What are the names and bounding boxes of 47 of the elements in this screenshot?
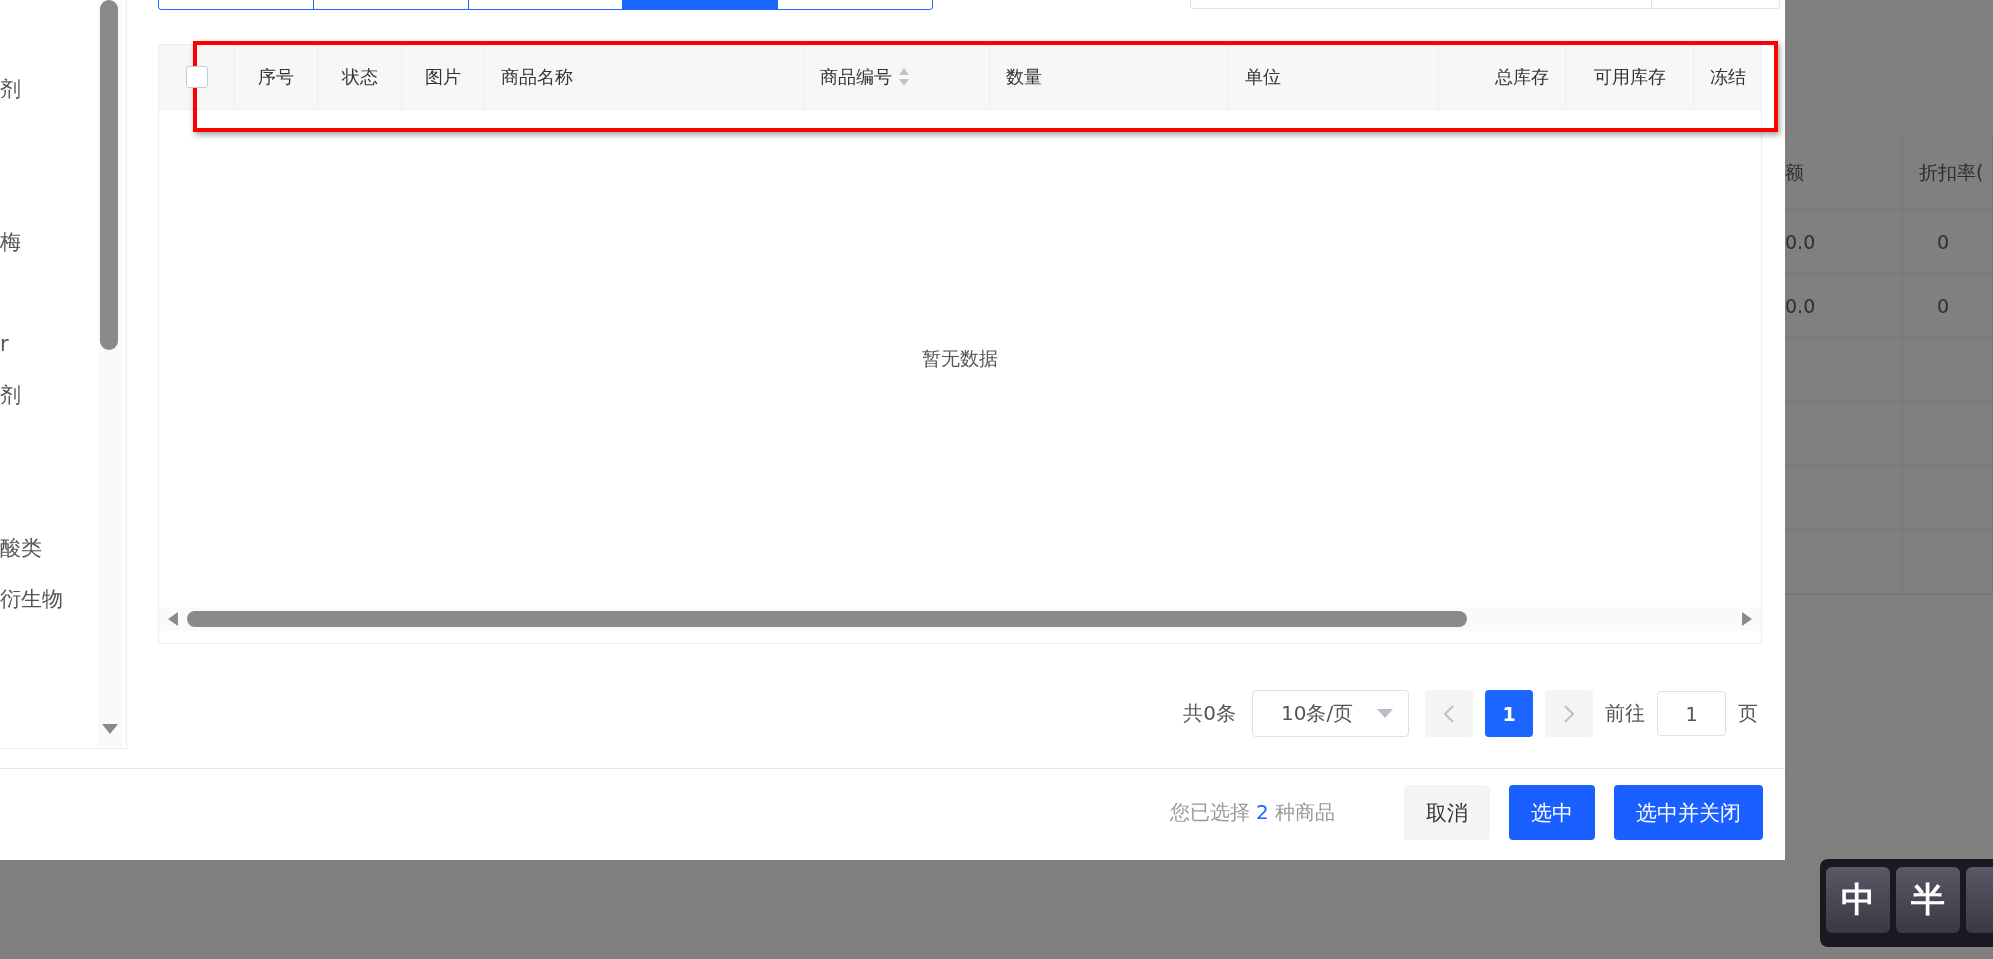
tree-item[interactable]: 衍生物 bbox=[0, 580, 98, 631]
scroll-left-icon[interactable] bbox=[167, 611, 179, 627]
page-button[interactable]: 1 bbox=[1485, 690, 1533, 737]
goto-label: 前往 bbox=[1605, 700, 1645, 727]
column-header: 单位 bbox=[1245, 65, 1281, 89]
scroll-down-icon[interactable] bbox=[101, 723, 119, 735]
scrollbar-thumb[interactable] bbox=[100, 0, 118, 350]
tab[interactable] bbox=[623, 0, 779, 9]
chevron-right-icon bbox=[1563, 703, 1575, 724]
dialog-button[interactable]: 取消 bbox=[1404, 785, 1490, 840]
page-suffix: 页 bbox=[1738, 700, 1758, 727]
select-all-checkbox[interactable] bbox=[185, 66, 208, 88]
ime-key[interactable]: 中 bbox=[1826, 867, 1890, 933]
scroll-right-icon[interactable] bbox=[1741, 611, 1753, 627]
search-field[interactable] bbox=[1190, 0, 1780, 9]
tree-item[interactable]: 剂 bbox=[0, 70, 98, 121]
column-header: 可用库存 bbox=[1593, 65, 1666, 89]
column-header[interactable]: 商品编号 bbox=[820, 65, 892, 89]
table-cell: 0 bbox=[1903, 274, 1993, 337]
table-cell: 0 bbox=[1903, 210, 1993, 273]
page-size-select[interactable]: 10条/页 bbox=[1252, 690, 1409, 737]
tree-item[interactable]: 酸类 bbox=[0, 529, 98, 580]
page-input[interactable]: 1 bbox=[1657, 691, 1726, 736]
chevron-left-icon bbox=[1443, 703, 1455, 724]
column-header: 冻结 bbox=[1710, 65, 1746, 89]
previous-page-button[interactable] bbox=[1425, 690, 1473, 737]
dialog-button[interactable]: 选中并关闭 bbox=[1614, 785, 1763, 840]
column-header: 总库存 bbox=[1495, 65, 1549, 89]
tree-item[interactable]: r bbox=[0, 325, 98, 376]
next-page-button[interactable] bbox=[1545, 690, 1593, 737]
ime-key[interactable]: 半 bbox=[1896, 867, 1960, 933]
column-header: 序号 bbox=[258, 65, 294, 89]
selection-summary: 您已选择 2 种商品 bbox=[1169, 799, 1335, 826]
tree-item[interactable]: 梅 bbox=[0, 223, 98, 274]
column-header: 状态 bbox=[341, 65, 378, 89]
total-count: 共0条 bbox=[1183, 700, 1236, 727]
empty-message: 暂无数据 bbox=[922, 345, 998, 371]
column-header: 数量 bbox=[1006, 65, 1042, 89]
caret-icon bbox=[1376, 708, 1394, 719]
column-header: 折扣率( bbox=[1903, 136, 1993, 209]
tab[interactable] bbox=[159, 0, 314, 9]
column-header: 图片 bbox=[425, 65, 461, 89]
dialog-button[interactable]: 选中 bbox=[1509, 785, 1595, 840]
tree-item[interactable]: 剂 bbox=[0, 376, 98, 427]
column-header: 商品名称 bbox=[501, 65, 573, 89]
sort-icon[interactable] bbox=[898, 67, 910, 87]
scrollbar-thumb[interactable] bbox=[187, 611, 1467, 627]
